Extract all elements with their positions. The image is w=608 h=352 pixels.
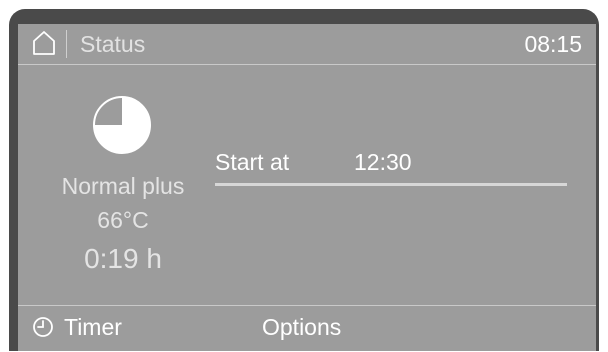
footer-bar: Timer Options <box>18 305 596 352</box>
program-duration: 0:19 h <box>84 243 162 274</box>
program-pie-icon <box>91 94 153 156</box>
page-title: Status <box>80 31 146 57</box>
timer-button[interactable]: Timer <box>32 312 122 342</box>
clock-time: 08:15 <box>524 31 582 57</box>
start-at-label: Start at <box>215 149 290 175</box>
timer-label: Timer <box>64 314 122 340</box>
home-icon[interactable] <box>32 30 56 56</box>
status-header: Status 08:15 <box>18 24 596 65</box>
start-at-time[interactable]: 12:30 <box>354 148 412 176</box>
clock-icon <box>32 316 54 338</box>
program-name: Normal plus <box>61 173 185 199</box>
display-screen: Status 08:15 Normal plus 66°C 0:19 h Sta… <box>18 24 596 351</box>
header-divider <box>66 30 67 58</box>
start-at-underline <box>215 183 567 186</box>
program-temperature: 66°C <box>97 207 149 233</box>
options-button[interactable]: Options <box>262 313 341 341</box>
